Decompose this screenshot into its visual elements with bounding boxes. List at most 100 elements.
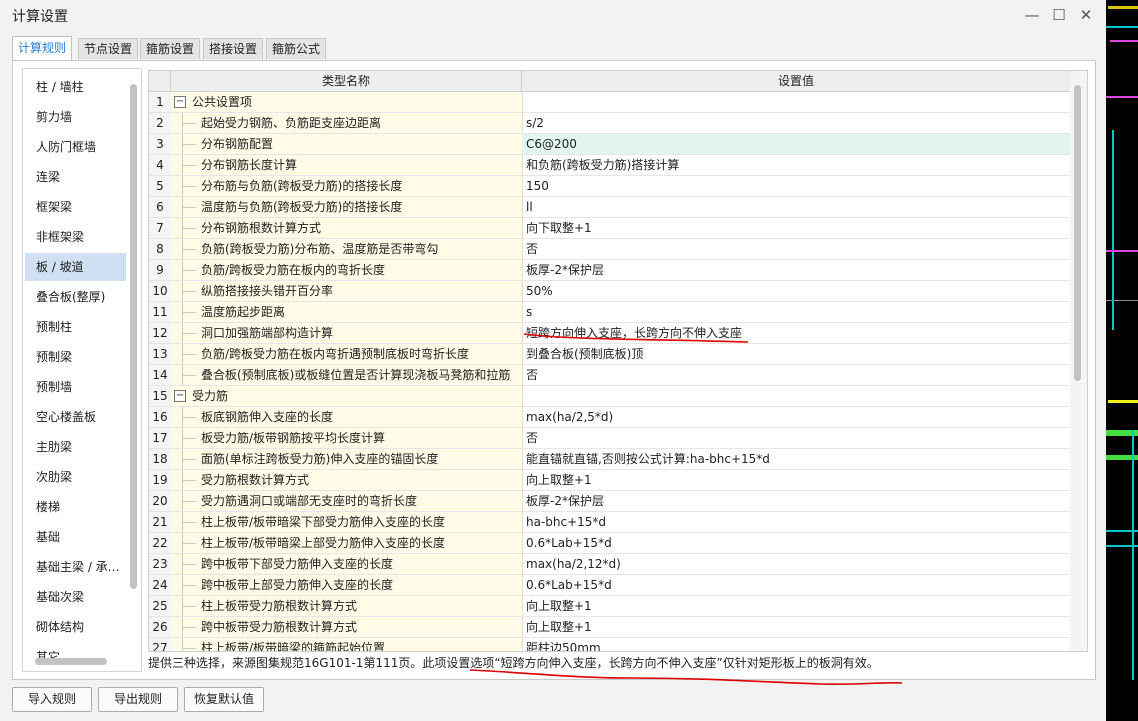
sidebar-item[interactable]: 连梁	[25, 163, 126, 191]
table-row[interactable]: 22 柱上板带/板带暗梁上部受力筋伸入支座的长度 0.6*Lab+15*d	[149, 533, 1070, 554]
setting-value-cell[interactable]: 板厚-2*保护层	[522, 491, 1070, 511]
header-value[interactable]: 设置值	[522, 71, 1070, 91]
setting-value-cell[interactable]	[522, 92, 1070, 112]
setting-name: 跨中板带下部受力筋伸入支座的长度	[201, 557, 394, 571]
table-row[interactable]: 6 温度筋与负筋(跨板受力筋)的搭接长度 ll	[149, 197, 1070, 218]
setting-value-cell[interactable]: 否	[522, 239, 1070, 259]
sidebar-item[interactable]: 板 / 坡道	[25, 253, 126, 281]
tab-node-settings[interactable]: 节点设置	[78, 38, 139, 59]
table-row[interactable]: 18 面筋(单标注跨板受力筋)伸入支座的锚固长度 能直锚就直锚,否则按公式计算:ha…	[149, 449, 1070, 470]
sidebar-item[interactable]: 次肋梁	[25, 463, 126, 491]
table-row[interactable]: 10 纵筋搭接接头错开百分率 50%	[149, 281, 1070, 302]
table-row[interactable]: 11 温度筋起步距离 s	[149, 302, 1070, 323]
setting-value-cell[interactable]: max(ha/2,12*d)	[522, 554, 1070, 574]
table-row[interactable]: 2 起始受力钢筋、负筋距支座边距离 s/2	[149, 113, 1070, 134]
setting-value-cell[interactable]: max(ha/2,5*d)	[522, 407, 1070, 427]
sidebar-item[interactable]: 框架梁	[25, 193, 126, 221]
tab-stirrup-formula[interactable]: 箍筋公式	[266, 38, 327, 59]
setting-value-cell[interactable]: 向上取整+1	[522, 617, 1070, 637]
sidebar-item[interactable]: 空心楼盖板	[25, 403, 126, 431]
setting-value-cell[interactable]: s/2	[522, 113, 1070, 133]
sidebar-item[interactable]: 预制柱	[25, 313, 126, 341]
collapse-icon[interactable]: −	[174, 390, 186, 402]
setting-value-cell[interactable]: 否	[522, 428, 1070, 448]
setting-value-cell[interactable]: C6@200	[522, 134, 1070, 154]
table-row[interactable]: 12 洞口加强筋端部构造计算 短跨方向伸入支座，长跨方向不伸入支座	[149, 323, 1070, 344]
table-row[interactable]: 4 分布钢筋长度计算 和负筋(跨板受力筋)搭接计算	[149, 155, 1070, 176]
setting-value-cell[interactable]: 能直锚就直锚,否则按公式计算:ha-bhc+15*d	[522, 449, 1070, 469]
table-row[interactable]: 15− 受力筋	[149, 386, 1070, 407]
table-row[interactable]: 25 柱上板带受力筋根数计算方式 向上取整+1	[149, 596, 1070, 617]
sidebar-item[interactable]: 主肋梁	[25, 433, 126, 461]
sidebar-scrollbar-horizontal[interactable]	[35, 658, 107, 665]
sidebar-item[interactable]: 基础主梁 / 承…	[25, 553, 126, 581]
table-row[interactable]: 19 受力筋根数计算方式 向上取整+1	[149, 470, 1070, 491]
table-scrollbar[interactable]	[1074, 85, 1081, 381]
close-icon[interactable]: ✕	[1074, 4, 1098, 26]
tab-lap-settings[interactable]: 搭接设置	[203, 38, 264, 59]
table-row[interactable]: 26 跨中板带受力筋根数计算方式 向上取整+1	[149, 617, 1070, 638]
setting-name: 柱上板带/板带暗梁的箍筋起始位置	[201, 641, 386, 652]
tree-connector	[182, 186, 196, 187]
setting-value-cell[interactable]: 向上取整+1	[522, 596, 1070, 616]
table-row[interactable]: 8 负筋(跨板受力筋)分布筋、温度筋是否带弯勾 否	[149, 239, 1070, 260]
restore-defaults-button[interactable]: 恢复默认值	[184, 687, 264, 712]
table-row[interactable]: 14 叠合板(预制底板)或板缝位置是否计算现浇板马凳筋和拉筋否	[149, 365, 1070, 386]
export-rules-button[interactable]: 导出规则	[98, 687, 178, 712]
setting-value-cell[interactable]: 150	[522, 176, 1070, 196]
tab-calc-rules[interactable]: 计算规则	[12, 36, 73, 60]
table-row[interactable]: 5 分布筋与负筋(跨板受力筋)的搭接长度 150	[149, 176, 1070, 197]
setting-name: 分布钢筋配置	[201, 137, 274, 151]
sidebar-item[interactable]: 叠合板(整厚)	[25, 283, 126, 311]
setting-name-cell: 柱上板带受力筋根数计算方式	[171, 596, 523, 616]
minimize-icon[interactable]: —	[1020, 4, 1044, 26]
table-row[interactable]: 1− 公共设置项	[149, 92, 1070, 113]
setting-value-cell[interactable]: ll	[522, 197, 1070, 217]
table-row[interactable]: 17 板受力筋/板带钢筋按平均长度计算 否	[149, 428, 1070, 449]
sidebar-item[interactable]: 预制梁	[25, 343, 126, 371]
table-row[interactable]: 23 跨中板带下部受力筋伸入支座的长度 max(ha/2,12*d)	[149, 554, 1070, 575]
setting-value-cell[interactable]: 和负筋(跨板受力筋)搭接计算	[522, 155, 1070, 175]
setting-value-cell[interactable]: 0.6*Lab+15*d	[522, 533, 1070, 553]
setting-value-cell[interactable]: ha-bhc+15*d	[522, 512, 1070, 532]
setting-value-cell[interactable]: 向上取整+1	[522, 470, 1070, 490]
setting-name: 起始受力钢筋、负筋距支座边距离	[201, 116, 382, 130]
sidebar-item[interactable]: 剪力墙	[25, 103, 126, 131]
table-row[interactable]: 21 柱上板带/板带暗梁下部受力筋伸入支座的长度 ha-bhc+15*d	[149, 512, 1070, 533]
import-rules-button[interactable]: 导入规则	[12, 687, 92, 712]
setting-value-cell[interactable]	[522, 386, 1070, 406]
sidebar-item[interactable]: 柱 / 墙柱	[25, 73, 126, 101]
table-row[interactable]: 13 负筋/跨板受力筋在板内弯折遇预制底板时弯折长度 到叠合板(预制底板)顶	[149, 344, 1070, 365]
sidebar-item[interactable]: 预制墙	[25, 373, 126, 401]
table-row[interactable]: 24 跨中板带上部受力筋伸入支座的长度 0.6*Lab+15*d	[149, 575, 1070, 596]
collapse-icon[interactable]: −	[174, 96, 186, 108]
setting-value-cell[interactable]: 距柱边50mm	[522, 638, 1070, 651]
setting-value-cell[interactable]: 向下取整+1	[522, 218, 1070, 238]
sidebar-scrollbar-vertical[interactable]	[130, 84, 137, 589]
setting-value-cell[interactable]: 短跨方向伸入支座，长跨方向不伸入支座	[522, 323, 1070, 343]
table-row[interactable]: 16 板底钢筋伸入支座的长度 max(ha/2,5*d)	[149, 407, 1070, 428]
setting-name-cell: 温度筋与负筋(跨板受力筋)的搭接长度	[171, 197, 523, 217]
sidebar-item[interactable]: 基础	[25, 523, 126, 551]
table-row[interactable]: 20 受力筋遇洞口或端部无支座时的弯折长度 板厚-2*保护层	[149, 491, 1070, 512]
sidebar-item[interactable]: 基础次梁	[25, 583, 126, 611]
tree-connector	[182, 438, 196, 439]
table-row[interactable]: 27 柱上板带/板带暗梁的箍筋起始位置 距柱边50mm	[149, 638, 1070, 652]
setting-value-cell[interactable]: 50%	[522, 281, 1070, 301]
setting-value-cell[interactable]: 0.6*Lab+15*d	[522, 575, 1070, 595]
table-row[interactable]: 3 分布钢筋配置 C6@200	[149, 134, 1070, 155]
sidebar-item[interactable]: 楼梯	[25, 493, 126, 521]
table-row[interactable]: 7 分布钢筋根数计算方式 向下取整+1	[149, 218, 1070, 239]
sidebar-item[interactable]: 人防门框墙	[25, 133, 126, 161]
setting-value-cell[interactable]: 否	[522, 365, 1070, 385]
header-name[interactable]: 类型名称	[171, 71, 522, 91]
sidebar-item[interactable]: 其它	[25, 643, 126, 671]
setting-value-cell[interactable]: 板厚-2*保护层	[522, 260, 1070, 280]
setting-value-cell[interactable]: 到叠合板(预制底板)顶	[522, 344, 1070, 364]
maximize-icon[interactable]: ☐	[1047, 4, 1071, 26]
sidebar-item[interactable]: 砌体结构	[25, 613, 126, 641]
table-row[interactable]: 9 负筋/跨板受力筋在板内的弯折长度 板厚-2*保护层	[149, 260, 1070, 281]
setting-value-cell[interactable]: s	[522, 302, 1070, 322]
tab-stirrup-settings[interactable]: 箍筋设置	[140, 38, 201, 59]
sidebar-item[interactable]: 非框架梁	[25, 223, 126, 251]
